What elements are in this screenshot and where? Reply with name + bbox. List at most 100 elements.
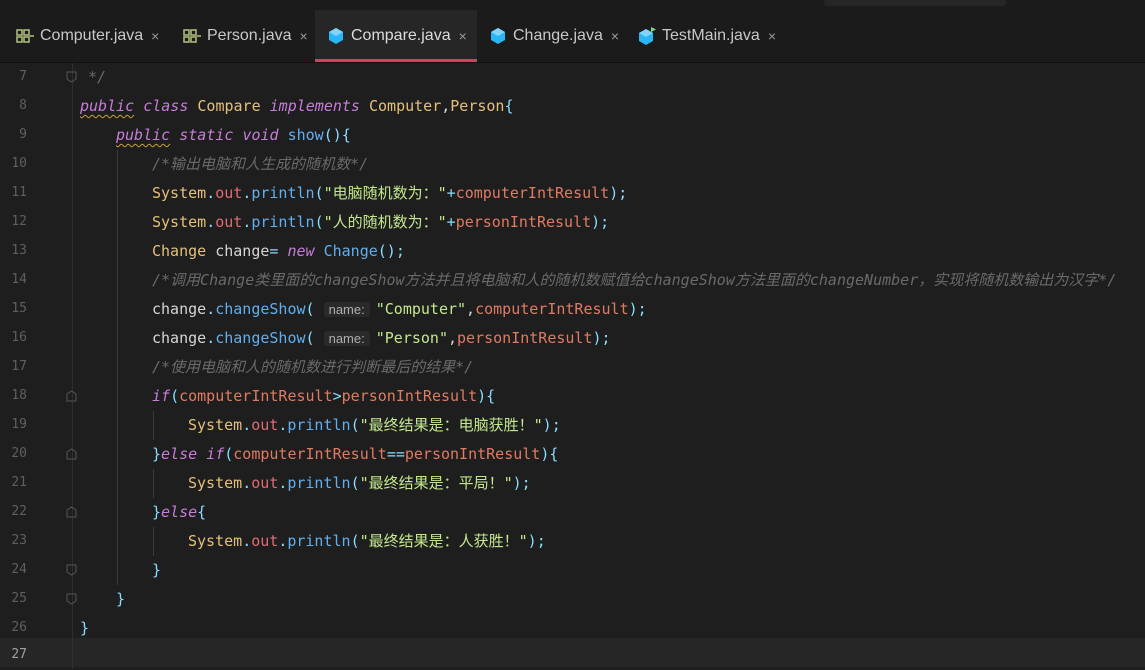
code-line: 20 }else if(computerIntResult==personInt…: [0, 440, 1145, 469]
line-number: 17: [11, 359, 27, 374]
punct: .: [242, 474, 252, 492]
indent-guide: [117, 295, 118, 324]
punct: }: [152, 445, 162, 463]
code-line: 22 }else{: [0, 498, 1145, 527]
punct: );: [512, 474, 531, 492]
close-icon[interactable]: ×: [151, 28, 159, 44]
method-name: println: [251, 213, 315, 231]
punct: );: [592, 329, 611, 347]
tab-label: Compare.java: [351, 27, 451, 44]
string-literal: "电脑随机数为：": [323, 184, 447, 202]
code-editor[interactable]: 7 */ 8 public class Compare implements C…: [0, 63, 1145, 669]
close-icon[interactable]: ×: [300, 28, 308, 44]
interface-name: Person: [450, 97, 505, 115]
keyword: else: [161, 503, 198, 521]
string-literal: "最终结果是：人获胜！": [359, 532, 528, 550]
field-name: out: [215, 184, 243, 202]
class-icon: [325, 27, 347, 45]
close-icon[interactable]: ×: [459, 28, 467, 44]
punct: .: [242, 184, 252, 202]
punct: );: [527, 532, 546, 550]
keyword: else: [161, 445, 198, 463]
fold-marker-icon[interactable]: [66, 564, 77, 576]
code-line: 11 System.out.println("电脑随机数为："+computer…: [0, 179, 1145, 208]
editor-tab-bar: Computer.java × Person.java × Compare.ja…: [0, 10, 1145, 63]
punct: );: [609, 184, 628, 202]
tab-person-java[interactable]: Person.java ×: [170, 10, 315, 62]
tab-computer-java[interactable]: Computer.java ×: [0, 10, 170, 62]
operator: >: [332, 387, 342, 405]
code-line: 15 change.changeShow( name: "Computer",co…: [0, 295, 1145, 324]
punct: (: [170, 387, 180, 405]
string-literal: "人的随机数为：": [323, 213, 447, 231]
indent-guide: [117, 411, 118, 440]
closing-brace: }: [116, 590, 126, 608]
search-box[interactable]: [824, 0, 1006, 6]
line-number: 11: [11, 185, 27, 200]
parameter-hint: name:: [323, 331, 370, 346]
class-name: System: [152, 213, 207, 231]
fold-marker-icon[interactable]: [66, 593, 77, 605]
close-icon[interactable]: ×: [768, 28, 776, 44]
fold-marker-icon[interactable]: [66, 390, 77, 402]
code-text: public static void show(){: [116, 125, 351, 145]
fold-marker-icon[interactable]: [66, 71, 77, 83]
fold-marker-icon[interactable]: [66, 448, 77, 460]
code-line: 12 System.out.println("人的随机数为："+personIn…: [0, 208, 1145, 237]
line-number: 7: [19, 69, 27, 84]
window-top-strip: [0, 0, 1145, 10]
tab-change-java[interactable]: Change.java ×: [477, 10, 624, 62]
tab-compare-java[interactable]: Compare.java ×: [315, 10, 477, 62]
string-literal: "Person": [375, 329, 448, 347]
code-text: System.out.println("电脑随机数为："+computerInt…: [152, 183, 627, 203]
main-class-icon: [636, 27, 658, 45]
keyword: if: [152, 387, 171, 405]
punct: ,: [466, 300, 476, 318]
class-name: System: [188, 416, 243, 434]
closing-brace: }: [152, 561, 162, 579]
code-text: change.changeShow( name: "Person",personI…: [152, 328, 611, 349]
punct: (: [350, 532, 360, 550]
code-text: change.changeShow( name: "Computer",compu…: [152, 299, 647, 320]
variable: personIntResult: [404, 445, 541, 463]
punct: }: [152, 503, 162, 521]
code-line: 17 /*使用电脑和人的随机数进行判断最后的结果*/: [0, 353, 1145, 382]
code-text: System.out.println("最终结果是：电脑获胜！");: [188, 415, 561, 435]
field-name: out: [251, 532, 279, 550]
comment: /*调用Change类里面的changeShow方法并且将电脑和人的随机数赋值给…: [152, 271, 1117, 289]
code-text: System.out.println("人的随机数为："+personIntRe…: [152, 212, 609, 232]
indent-guide: [117, 237, 118, 266]
class-name: System: [188, 532, 243, 550]
line-number: 9: [19, 127, 27, 142]
line-number: 10: [11, 156, 27, 171]
field-name: out: [251, 474, 279, 492]
line-number: 21: [11, 475, 27, 490]
indent-guide: [117, 150, 118, 179]
code-line: 18 if(computerIntResult>personIntResult)…: [0, 382, 1145, 411]
line-number: 27: [11, 647, 27, 662]
punct: .: [278, 416, 288, 434]
line-number: 18: [11, 388, 27, 403]
interface-icon: [14, 27, 36, 45]
variable: personIntResult: [341, 387, 478, 405]
tab-label: Change.java: [513, 27, 603, 44]
string-literal: "最终结果是：电脑获胜！": [359, 416, 543, 434]
line-number: 14: [11, 272, 27, 287]
code-text: public class Compare implements Computer…: [80, 96, 514, 116]
parameter-hint: name:: [323, 302, 370, 317]
fold-marker-icon[interactable]: [66, 506, 77, 518]
variable: personIntResult: [455, 213, 592, 231]
class-icon: [487, 27, 509, 45]
method-name: println: [287, 532, 351, 550]
code-line: 27: [0, 641, 1145, 670]
method-name: changeShow: [215, 300, 306, 318]
tab-testmain-java[interactable]: TestMain.java ×: [624, 10, 789, 62]
keyword: public: [116, 126, 171, 144]
closing-brace: }: [80, 619, 90, 637]
close-icon[interactable]: ×: [611, 28, 619, 44]
punct: {: [197, 503, 207, 521]
method-name: println: [287, 474, 351, 492]
line-number: 22: [11, 504, 27, 519]
code-line: 23 System.out.println("最终结果是：人获胜！");: [0, 527, 1145, 556]
punct: );: [542, 416, 561, 434]
